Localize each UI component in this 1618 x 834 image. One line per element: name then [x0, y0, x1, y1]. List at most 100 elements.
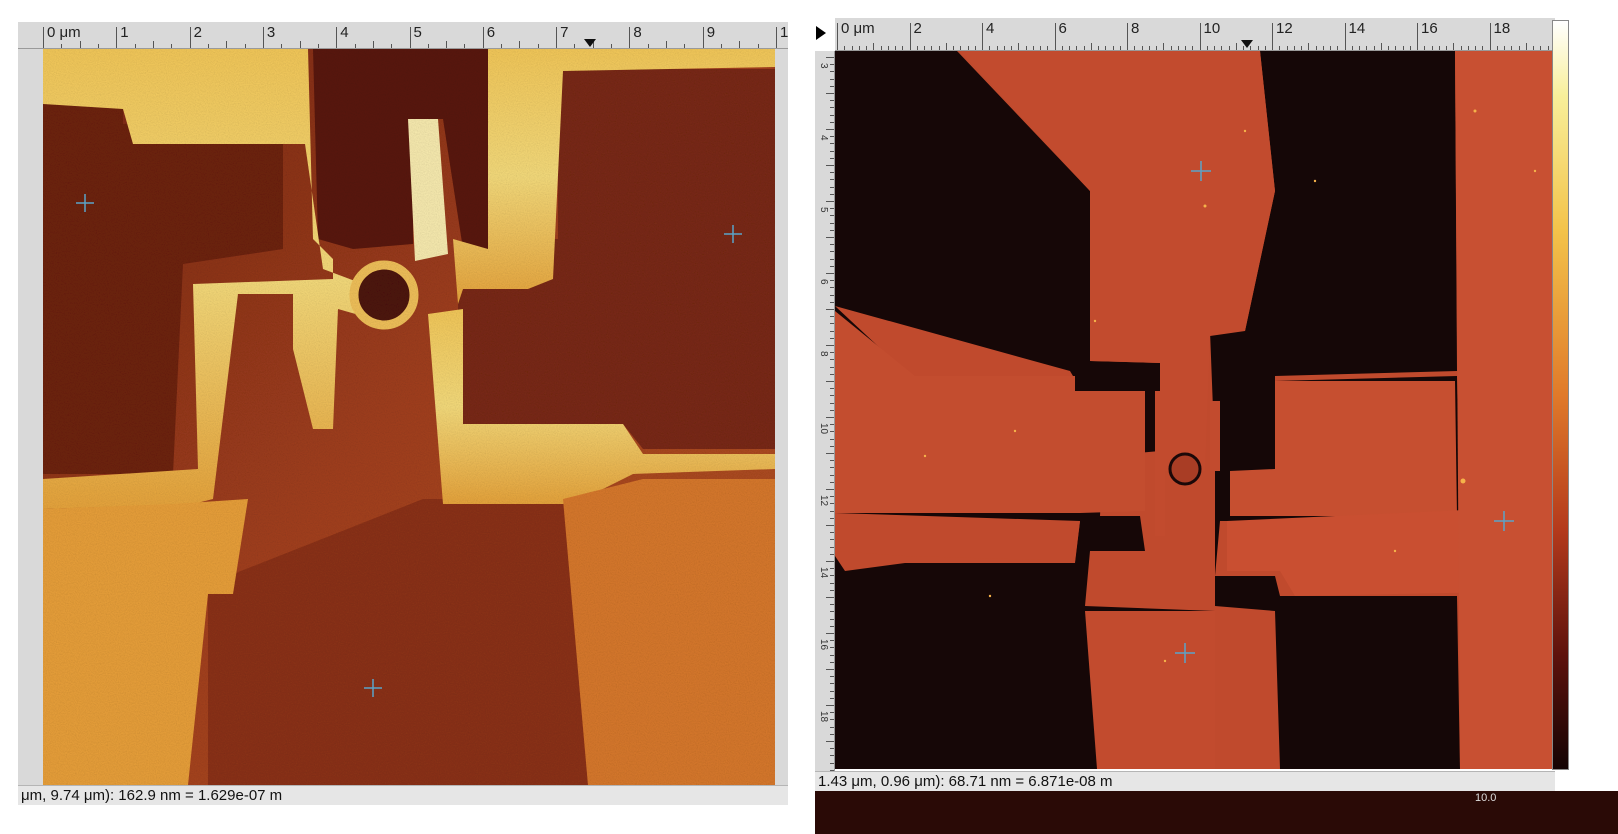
ruler-label: 1	[780, 24, 788, 41]
left-marker-1-icon[interactable]	[76, 194, 94, 212]
ruler-minor-tick	[1011, 46, 1012, 50]
left-marker-3-icon[interactable]	[364, 679, 382, 697]
ruler-minor-tick	[924, 46, 925, 50]
ruler-minor-tick	[1003, 46, 1005, 50]
ruler-label: 4	[986, 20, 995, 37]
left-status-bar: μm, 9.74 μm): 162.9 nm = 1.629e-07 m	[18, 785, 788, 805]
right-position-marker-icon[interactable]	[1241, 40, 1253, 48]
ruler-major-tick	[336, 27, 338, 48]
vruler-minor-tick	[830, 258, 834, 260]
vruler-minor-tick	[826, 381, 834, 382]
ruler-minor-tick	[1467, 46, 1469, 50]
vruler-minor-tick	[830, 179, 834, 181]
left-right-gutter	[775, 49, 788, 785]
right-electrode-far-right	[1455, 51, 1552, 769]
left-electrode-bottom-right	[563, 479, 775, 785]
ruler-minor-tick	[757, 44, 759, 48]
ruler-label: 2	[193, 24, 202, 41]
vruler-minor-tick	[826, 93, 834, 94]
ruler-minor-tick	[1061, 46, 1063, 50]
left-position-marker-icon[interactable]	[584, 39, 596, 47]
vruler-minor-tick	[830, 424, 834, 426]
ruler-label: 12	[1276, 20, 1293, 37]
ruler-minor-tick	[1446, 46, 1447, 50]
ruler-major-tick	[702, 27, 704, 48]
vruler-minor-tick	[830, 136, 834, 138]
vruler-minor-tick	[830, 589, 834, 591]
vruler-minor-tick	[830, 568, 834, 570]
vruler-minor-tick	[830, 654, 834, 656]
vruler-minor-tick	[830, 661, 834, 663]
ruler-minor-tick	[299, 41, 301, 48]
ruler-minor-tick	[666, 41, 668, 48]
ruler-label: 16	[1421, 20, 1438, 37]
ruler-minor-tick	[1221, 46, 1223, 50]
ruler-minor-tick	[171, 44, 173, 48]
vruler-minor-tick	[830, 280, 834, 282]
vruler-minor-tick	[830, 539, 834, 541]
vruler-minor-tick	[830, 697, 834, 699]
ruler-major-tick	[1272, 23, 1273, 50]
left-marker-2-icon[interactable]	[724, 225, 742, 243]
ruler-minor-tick	[1119, 46, 1121, 50]
right-finger-right	[1210, 401, 1220, 471]
ruler-label: 1	[120, 24, 129, 41]
vruler-minor-tick	[830, 719, 834, 721]
ruler-major-tick	[262, 27, 264, 48]
ruler-minor-tick	[1185, 46, 1186, 50]
vruler-minor-tick	[830, 733, 834, 735]
vruler-minor-tick	[830, 496, 834, 498]
ruler-major-tick	[776, 27, 777, 48]
vruler-minor-tick	[830, 676, 834, 678]
vruler-minor-tick	[826, 741, 834, 742]
ruler-major-tick	[1489, 23, 1491, 50]
right-expand-arrow-icon[interactable]	[815, 25, 827, 41]
vruler-minor-tick	[830, 431, 834, 433]
vruler-minor-tick	[830, 625, 834, 627]
ruler-minor-tick	[1431, 46, 1433, 50]
ruler-minor-tick	[880, 46, 882, 50]
vruler-minor-tick	[830, 474, 834, 476]
vruler-minor-tick	[830, 64, 834, 66]
ruler-minor-tick	[1330, 46, 1331, 50]
left-scan-panel: 0 μm 1 2 3 4 5 6 7 8 9 1 μm, 9.74 μm): 1…	[18, 22, 790, 834]
ruler-minor-tick	[945, 43, 947, 50]
vruler-minor-tick	[830, 582, 834, 584]
ruler-minor-tick	[1547, 46, 1549, 50]
vruler-minor-tick	[830, 690, 834, 692]
vruler-minor-tick	[830, 294, 834, 296]
vruler-minor-tick	[830, 402, 834, 404]
right-status-bar: 1.43 μm, 0.96 μm): 68.71 nm = 6.871e-08 …	[815, 771, 1555, 791]
right-marker-3-icon[interactable]	[1175, 643, 1195, 663]
vruler-minor-tick	[830, 517, 834, 519]
ruler-minor-tick	[1424, 46, 1426, 50]
ruler-minor-tick	[1090, 43, 1092, 50]
ruler-minor-tick	[1047, 46, 1049, 50]
ruler-label: 4	[340, 24, 349, 41]
ruler-minor-tick	[354, 44, 356, 48]
right-marker-1-icon[interactable]	[1191, 161, 1211, 181]
left-status-text: μm, 9.74 μm): 162.9 nm = 1.629e-07 m	[21, 787, 283, 804]
ruler-minor-tick	[1141, 46, 1143, 50]
vruler-minor-tick	[830, 546, 834, 548]
vruler-minor-tick	[830, 647, 834, 649]
ruler-minor-tick	[519, 41, 521, 48]
vruler-label: 12	[818, 495, 829, 507]
ruler-label: 10	[1203, 20, 1221, 37]
vruler-minor-tick	[826, 129, 834, 130]
ruler-minor-tick	[1192, 46, 1194, 50]
vruler-minor-tick	[830, 316, 834, 318]
vruler-minor-tick	[830, 712, 834, 714]
ruler-label: 5	[413, 24, 422, 41]
vruler-minor-tick	[830, 107, 834, 109]
ruler-minor-tick	[1098, 46, 1099, 50]
right-marker-2-icon[interactable]	[1494, 511, 1514, 531]
ruler-minor-tick	[1496, 46, 1498, 50]
ruler-minor-tick	[446, 41, 448, 48]
ruler-label: 18	[1493, 20, 1511, 37]
vruler-minor-tick	[830, 85, 834, 87]
vruler-minor-tick	[830, 193, 834, 195]
left-afm-image[interactable]	[43, 49, 775, 785]
ruler-minor-tick	[1322, 46, 1324, 50]
ruler-label: 0 μm	[841, 20, 875, 37]
